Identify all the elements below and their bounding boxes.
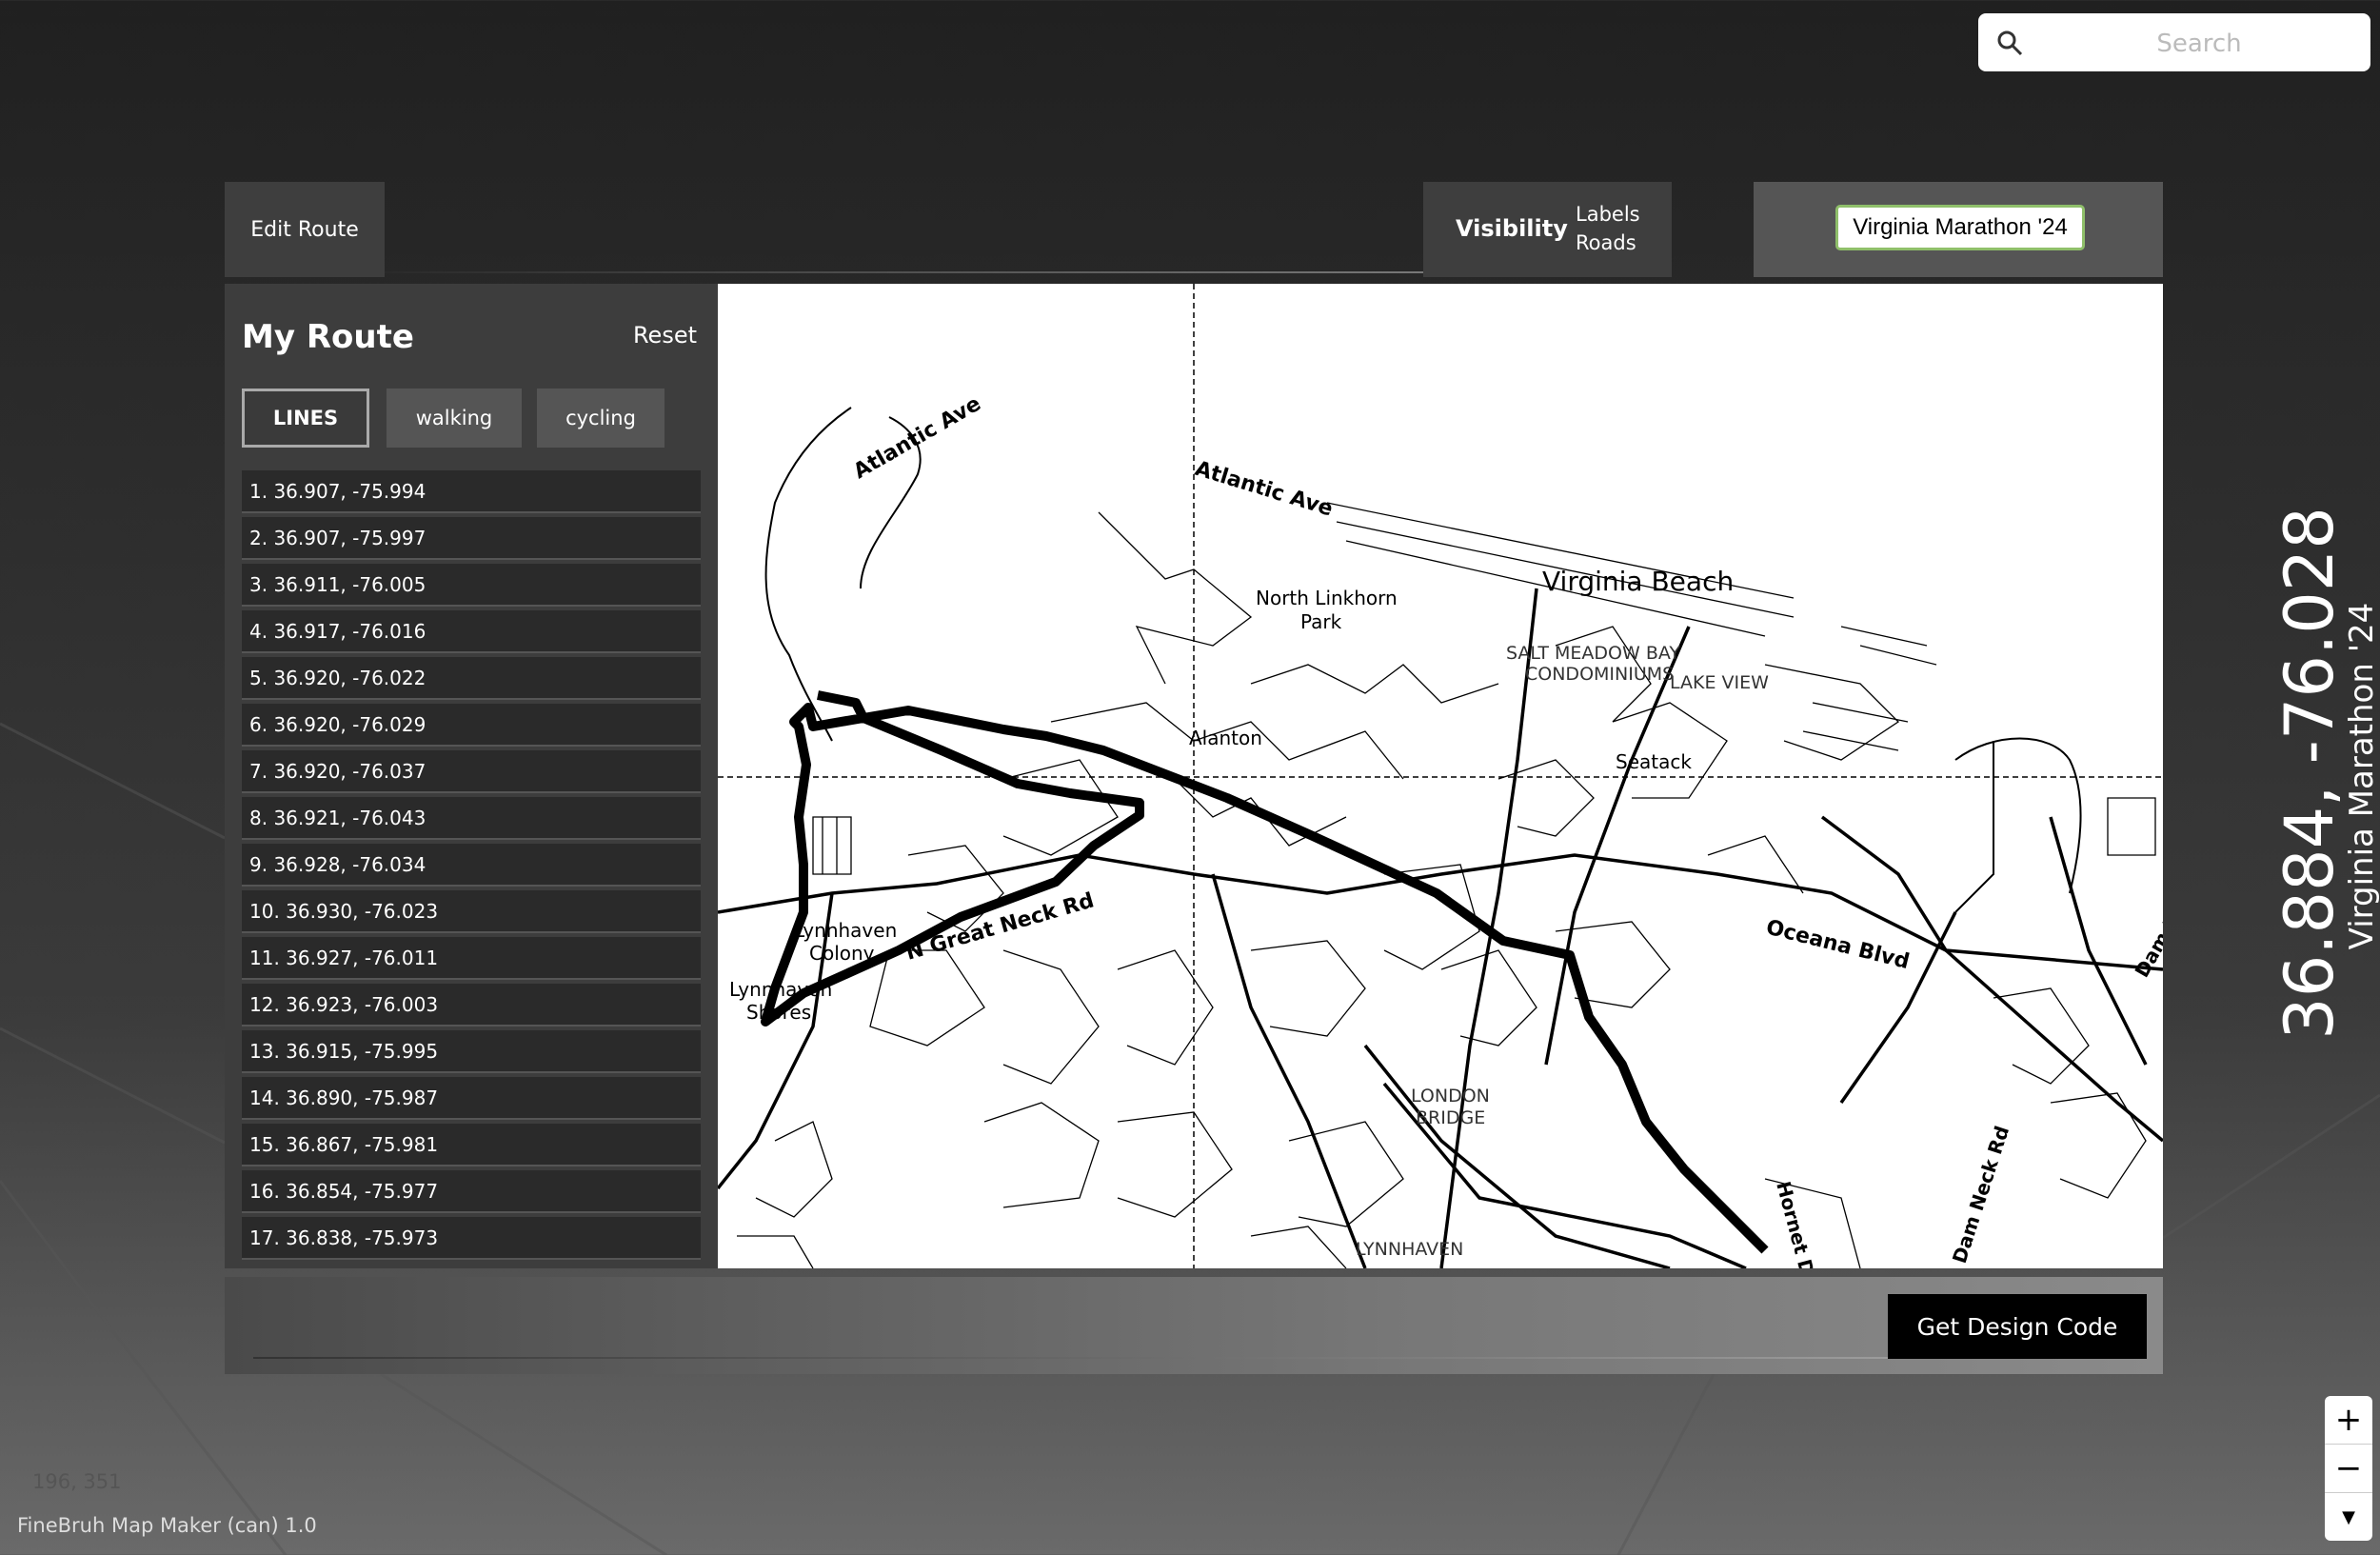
app-version: FineBruh Map Maker (can) 1.0 xyxy=(17,1514,317,1537)
map-svg[interactable]: Atlantic Ave Atlantic Ave Virginia Beach… xyxy=(718,284,2163,1268)
label-lynnhaven-shores-2: Shores xyxy=(746,1001,811,1024)
search-box[interactable] xyxy=(1978,13,2370,73)
label-lynnhaven: LYNNHAVEN xyxy=(1356,1239,1463,1260)
label-alanton: Alanton xyxy=(1189,727,1262,749)
poster-coordinates: 36.884, -76.028 xyxy=(2271,507,2349,1040)
zoom-controls: + − ▼ xyxy=(2325,1396,2372,1541)
search-icon xyxy=(1997,30,2023,56)
label-london: LONDON xyxy=(1411,1086,1490,1106)
label-hornet-dr: Hornet D xyxy=(1772,1179,1818,1268)
waypoint-item[interactable]: 13. 36.915, -75.995 xyxy=(242,1030,701,1073)
top-toolbar: Edit Route Visibility Labels Roads xyxy=(225,182,2163,277)
waypoint-item[interactable]: 3. 36.911, -76.005 xyxy=(242,564,701,607)
poster-title: Virginia Marathon '24 xyxy=(2343,602,2380,950)
label-lynnhaven-colony: Lynnhaven xyxy=(794,919,897,942)
map-title-input[interactable] xyxy=(1835,205,2085,250)
waypoint-item[interactable]: 14. 36.890, -75.987 xyxy=(242,1077,701,1120)
route-line xyxy=(761,690,1769,1254)
edit-route-tab[interactable]: Edit Route xyxy=(225,182,385,277)
zoom-in-button[interactable]: + xyxy=(2325,1396,2372,1445)
label-lynnhaven-shores: Lynnhaven xyxy=(729,978,832,1001)
mode-lines-button[interactable]: LINES xyxy=(242,389,369,448)
waypoint-item[interactable]: 17. 36.838, -75.973 xyxy=(242,1217,701,1260)
waypoint-item[interactable]: 10. 36.930, -76.023 xyxy=(242,890,701,933)
waypoint-item[interactable]: 1. 36.907, -75.994 xyxy=(242,470,701,513)
waypoint-item[interactable]: 2. 36.907, -75.997 xyxy=(242,517,701,560)
cursor-readout: 196, 351 xyxy=(32,1470,122,1493)
waypoint-item[interactable]: 5. 36.920, -76.022 xyxy=(242,657,701,700)
zoom-reset-button[interactable]: ▼ xyxy=(2325,1493,2372,1541)
waypoint-item[interactable]: 9. 36.928, -76.034 xyxy=(242,844,701,887)
waypoint-item[interactable]: 15. 36.867, -75.981 xyxy=(242,1124,701,1166)
mode-cycling-button[interactable]: cycling xyxy=(537,389,664,448)
label-lake-view: LAKE VIEW xyxy=(1670,672,1769,693)
visibility-roads-toggle[interactable]: Roads xyxy=(1576,231,1636,254)
label-bridge: BRIDGE xyxy=(1416,1107,1485,1128)
bottom-bar: Get Design Code xyxy=(225,1277,2163,1374)
waypoint-item[interactable]: 4. 36.917, -76.016 xyxy=(242,610,701,653)
visibility-panel: Visibility Labels Roads xyxy=(1423,182,1672,277)
label-oceana-blvd: Oceana Blvd xyxy=(1764,916,1913,975)
label-condominiums: CONDOMINIUMS xyxy=(1525,664,1674,685)
label-dam-neck-rd: Dam Neck Rd xyxy=(1948,1123,2013,1266)
search-input[interactable] xyxy=(2035,13,2363,73)
reset-button[interactable]: Reset xyxy=(633,322,697,349)
label-virginia-beach: Virginia Beach xyxy=(1542,566,1734,597)
label-north-linkhorn-park: Park xyxy=(1300,610,1342,633)
route-sidebar: My Route Reset LINES walking cycling 1. … xyxy=(225,284,718,1268)
label-lynnhaven-colony-2: Colony xyxy=(809,942,875,965)
waypoint-item[interactable]: 8. 36.921, -76.043 xyxy=(242,797,701,840)
waypoint-item[interactable]: 12. 36.923, -76.003 xyxy=(242,984,701,1027)
map-canvas[interactable]: Atlantic Ave Atlantic Ave Virginia Beach… xyxy=(718,284,2163,1268)
waypoint-item[interactable]: 7. 36.920, -76.037 xyxy=(242,750,701,793)
map-title-panel xyxy=(1754,182,2163,277)
get-design-code-button[interactable]: Get Design Code xyxy=(1888,1294,2147,1359)
mode-walking-button[interactable]: walking xyxy=(387,389,522,448)
visibility-labels-toggle[interactable]: Labels xyxy=(1576,203,1640,226)
waypoint-item[interactable]: 11. 36.927, -76.011 xyxy=(242,937,701,980)
label-atlantic-ave-2: Atlantic Ave xyxy=(1192,457,1336,522)
waypoint-list: 1. 36.907, -75.994 2. 36.907, -75.997 3.… xyxy=(242,470,701,1264)
label-north-linkhorn: North Linkhorn xyxy=(1256,587,1398,609)
zoom-out-button[interactable]: − xyxy=(2325,1445,2372,1493)
visibility-label: Visibility xyxy=(1456,215,1568,242)
waypoint-item[interactable]: 16. 36.854, -75.977 xyxy=(242,1170,701,1213)
bottom-divider xyxy=(253,1357,2110,1359)
label-seatack: Seatack xyxy=(1616,750,1692,773)
route-title: My Route xyxy=(242,318,414,356)
label-atlantic-ave-1: Atlantic Ave xyxy=(850,392,985,485)
waypoint-item[interactable]: 6. 36.920, -76.029 xyxy=(242,704,701,747)
label-salt-meadow: SALT MEADOW BAY xyxy=(1506,643,1680,664)
